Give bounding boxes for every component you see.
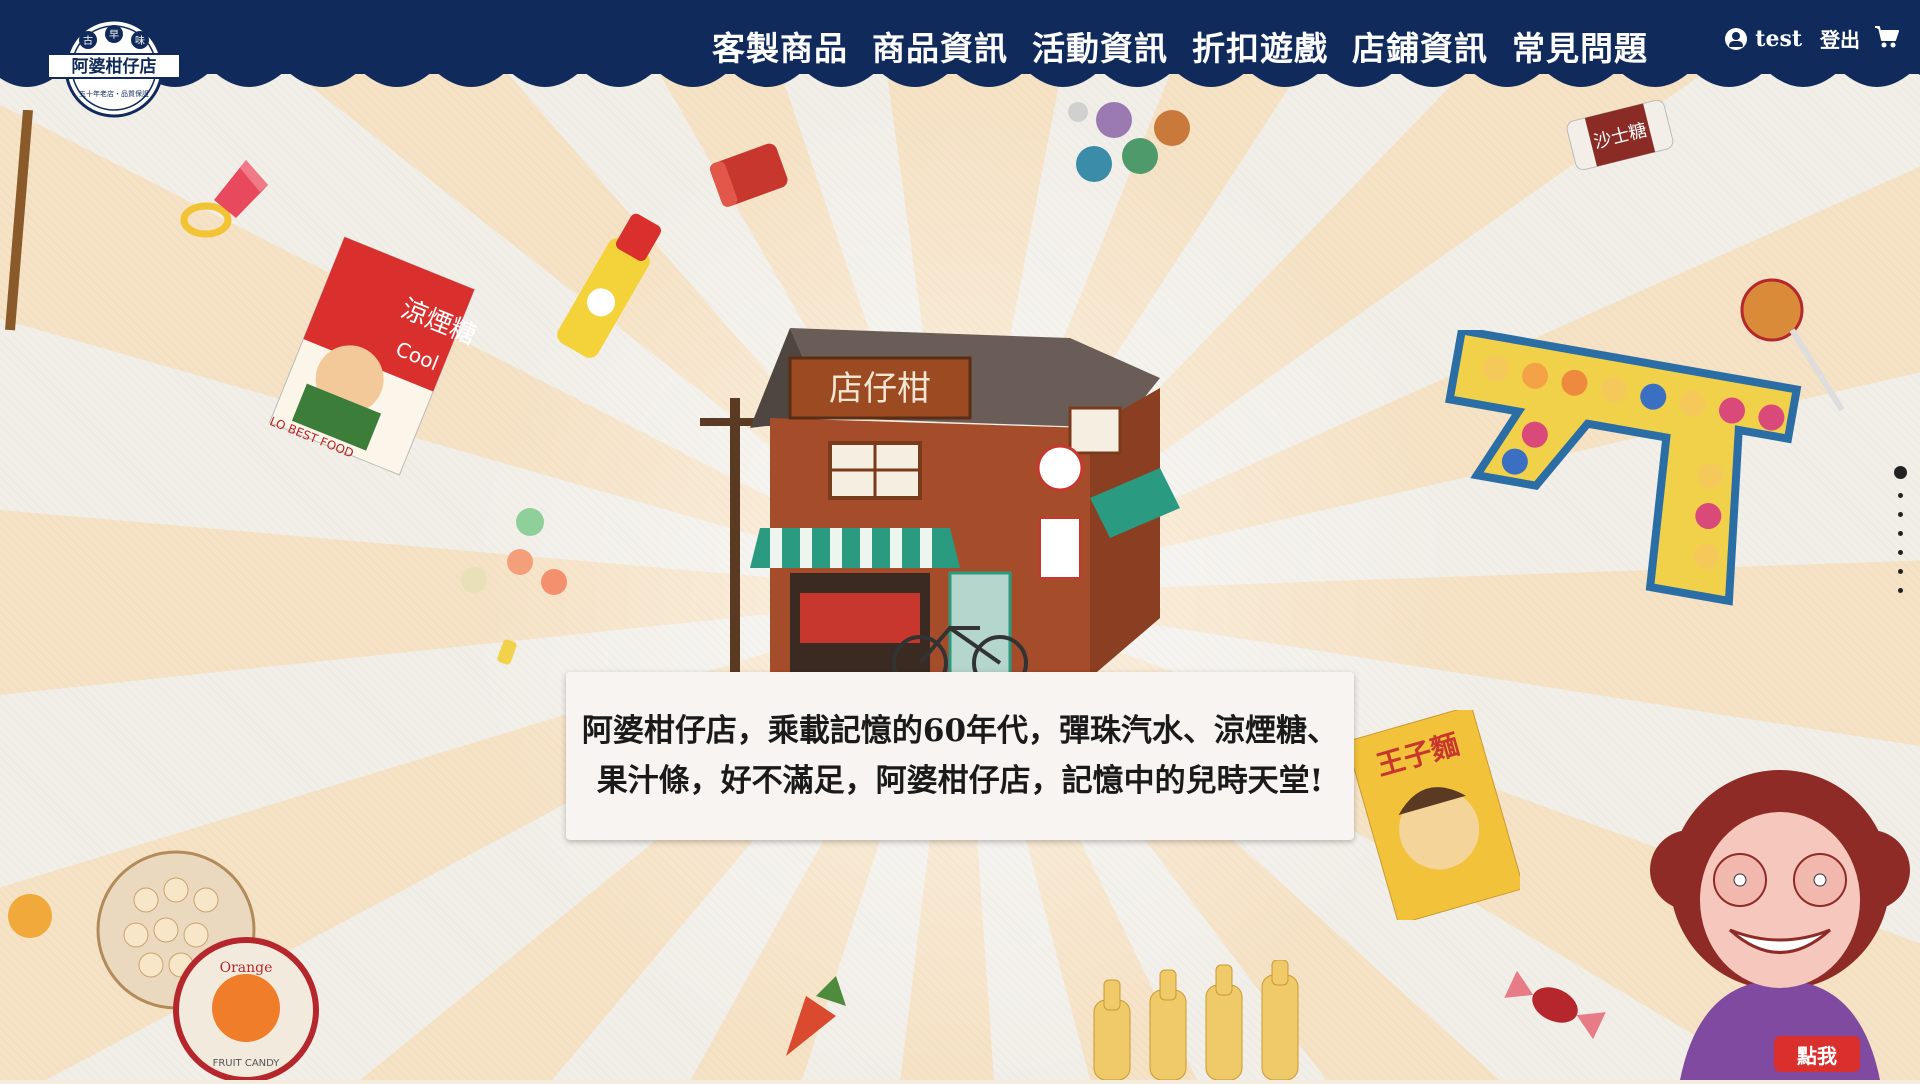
orange-candy: [8, 894, 52, 938]
cart-icon[interactable]: [1874, 25, 1900, 53]
user-area: test 登出: [1725, 24, 1900, 53]
prince-noodle-snack-bag: 王子麵: [1350, 710, 1520, 920]
username[interactable]: test: [1755, 26, 1802, 52]
candy-tin-pile: Orange FRUIT CANDY: [96, 850, 319, 1080]
main-navigation: 客製商品 商品資訊 活動資訊 折扣遊戲 店鋪資訊 常見問題: [700, 20, 1660, 72]
page-dot[interactable]: [1897, 531, 1903, 536]
tin-label: Orange: [220, 960, 273, 976]
user-circle-icon[interactable]: [1725, 27, 1748, 50]
logo[interactable]: 古 早 味 阿婆柑仔店 五十年老店・品質保證: [44, 16, 184, 120]
hero-caption-box: 阿婆柑仔店，乘載記憶的60年代，彈珠汽水、涼煙糖、果汁條，好不滿足，阿婆柑仔店，…: [566, 672, 1354, 840]
logout-link[interactable]: 登出: [1820, 24, 1860, 53]
header-scallop-trim: [0, 70, 1920, 92]
ring-pop-candy: [180, 160, 268, 238]
nav-item-discount-game[interactable]: 折扣遊戲: [1180, 22, 1340, 70]
page-dot[interactable]: [1893, 466, 1907, 479]
red-gum-candy: [709, 143, 788, 207]
grandma-click-button[interactable]: 點我: [1640, 760, 1920, 1080]
wrapped-candy: [1504, 970, 1606, 1040]
gummy-bottles: [1093, 960, 1299, 1080]
nav-item-events[interactable]: 活動資訊: [1020, 22, 1180, 70]
logo-char-mid: 早: [109, 29, 119, 41]
candy-gun: [1445, 330, 1802, 606]
page-dot[interactable]: [1897, 588, 1903, 593]
hero-caption-text: 阿婆柑仔店，乘載記憶的60年代，彈珠汽水、涼煙糖、果汁條，好不滿足，阿婆柑仔店，…: [581, 713, 1339, 799]
shop-house-illustration: 店仔柑: [700, 328, 1180, 688]
strawberry-candy: [786, 976, 846, 1056]
sarsaparilla-candy: 沙士糖: [1566, 99, 1674, 171]
logo-tagline: 五十年老店・品質保證: [79, 89, 149, 98]
logo-char-left: 古: [83, 34, 93, 47]
page-dot[interactable]: [1897, 493, 1903, 498]
marble-candies: [1068, 102, 1190, 182]
nav-item-custom-products[interactable]: 客製商品: [700, 22, 860, 70]
small-candies-cluster: [461, 508, 567, 665]
page-dot[interactable]: [1897, 569, 1903, 574]
logo-char-right: 味: [135, 35, 145, 47]
shop-sign: 店仔柑: [829, 369, 931, 409]
nav-item-faq[interactable]: 常見問題: [1500, 22, 1660, 70]
nav-item-product-info[interactable]: 商品資訊: [860, 22, 1020, 70]
nav-item-store-info[interactable]: 店鋪資訊: [1340, 22, 1500, 70]
cool-candy-box: 涼煙糖 Cool LO BEST FOOD: [268, 236, 480, 476]
logo-name: 阿婆柑仔店: [72, 56, 157, 77]
page-dot[interactable]: [1897, 512, 1903, 517]
tin-sub-label: FRUIT CANDY: [213, 1058, 281, 1069]
page-dot[interactable]: [1897, 550, 1903, 555]
lipstick-candy: [557, 213, 662, 358]
grandma-click-label[interactable]: 點我: [1774, 1036, 1860, 1072]
stick-candy: [5, 110, 33, 331]
section-pagination: [1893, 466, 1907, 593]
